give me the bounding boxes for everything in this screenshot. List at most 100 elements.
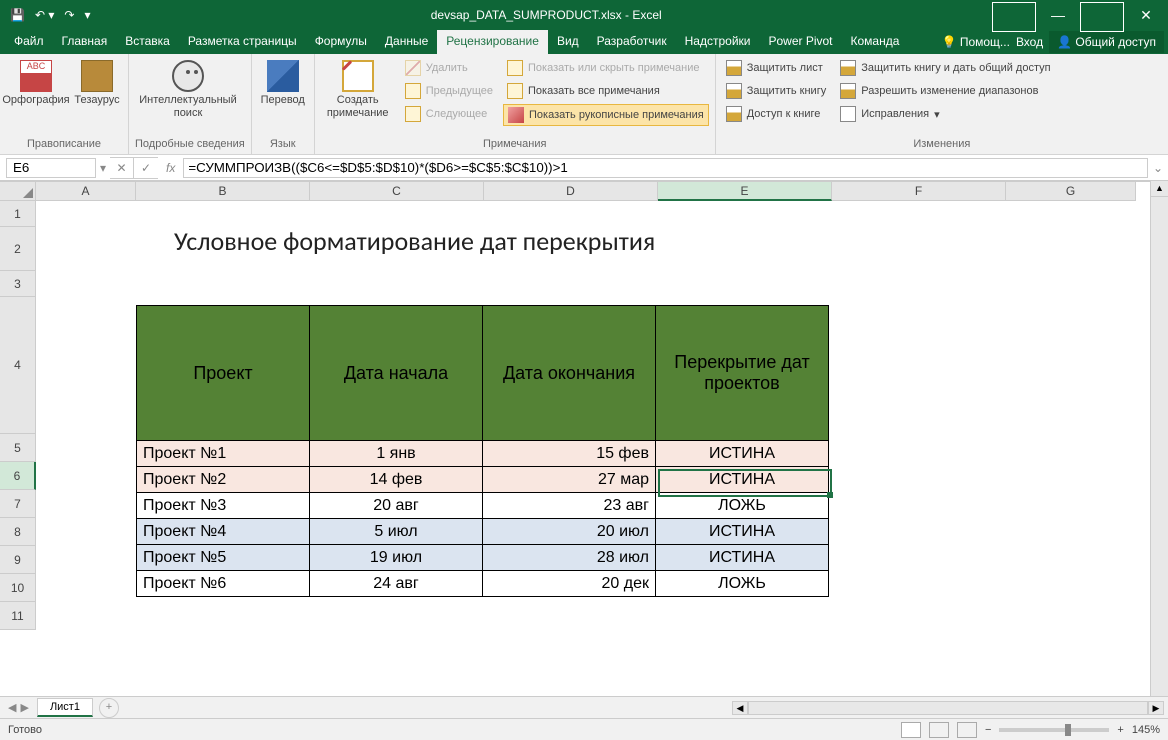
close-icon[interactable]: ✕ bbox=[1124, 0, 1168, 30]
tab-данные[interactable]: Данные bbox=[376, 30, 437, 54]
cell-end[interactable]: 20 июл bbox=[483, 519, 656, 545]
row-header-11[interactable]: 11 bbox=[0, 602, 36, 630]
cell-end[interactable]: 20 дек bbox=[483, 571, 656, 597]
row-header-8[interactable]: 8 bbox=[0, 518, 36, 546]
protect-sheet-button[interactable]: Защитить лист bbox=[722, 58, 831, 78]
smart-lookup-button[interactable]: Интеллектуальный поиск bbox=[135, 58, 241, 120]
cell-overlap[interactable]: ИСТИНА bbox=[656, 545, 829, 571]
scroll-up-icon[interactable]: ▲ bbox=[1151, 181, 1168, 197]
tab-power-pivot[interactable]: Power Pivot bbox=[759, 30, 841, 54]
thesaurus-button[interactable]: Тезаурус bbox=[72, 58, 122, 107]
sheet-nav[interactable]: ◀▶ bbox=[0, 701, 37, 714]
zoom-level[interactable]: 145% bbox=[1132, 724, 1160, 736]
cell-start[interactable]: 1 янв bbox=[310, 441, 483, 467]
hscroll-left-icon[interactable]: ◀ bbox=[732, 701, 748, 715]
share-button[interactable]: 👤 Общий доступ bbox=[1049, 31, 1164, 53]
zoom-out-icon[interactable]: − bbox=[985, 724, 991, 736]
cell-overlap[interactable]: ЛОЖЬ bbox=[656, 571, 829, 597]
spelling-button[interactable]: Орфография bbox=[6, 58, 66, 107]
cell-overlap[interactable]: ИСТИНА bbox=[656, 441, 829, 467]
cell-end[interactable]: 28 июл bbox=[483, 545, 656, 571]
col-header-C[interactable]: C bbox=[310, 182, 484, 201]
col-header-G[interactable]: G bbox=[1006, 182, 1136, 201]
cancel-formula-icon[interactable]: ✕ bbox=[110, 158, 134, 178]
track-changes-button[interactable]: Исправления ▾ bbox=[836, 104, 1054, 124]
formula-input[interactable] bbox=[183, 158, 1148, 178]
undo-icon[interactable]: ↶ ▾ bbox=[35, 8, 54, 22]
add-sheet-button[interactable]: + bbox=[99, 698, 119, 718]
maximize-icon[interactable] bbox=[1080, 0, 1124, 30]
view-layout-icon[interactable] bbox=[929, 722, 949, 738]
col-header-A[interactable]: A bbox=[36, 182, 136, 201]
col-header-E[interactable]: E bbox=[658, 182, 832, 201]
row-header-2[interactable]: 2 bbox=[0, 227, 36, 271]
show-ink-button[interactable]: Показать рукописные примечания bbox=[503, 104, 709, 126]
cell-project[interactable]: Проект №4 bbox=[137, 519, 310, 545]
cell-end[interactable]: 23 авг bbox=[483, 493, 656, 519]
protect-workbook-button[interactable]: Защитить книгу bbox=[722, 81, 831, 101]
cell-project[interactable]: Проект №2 bbox=[137, 467, 310, 493]
cell-project[interactable]: Проект №1 bbox=[137, 441, 310, 467]
zoom-slider[interactable] bbox=[999, 728, 1109, 732]
tab-разметка-страницы[interactable]: Разметка страницы bbox=[179, 30, 306, 54]
cell-end[interactable]: 15 фев bbox=[483, 441, 656, 467]
showall-comments-button[interactable]: Показать все примечания bbox=[503, 81, 709, 101]
row-header-5[interactable]: 5 bbox=[0, 434, 36, 462]
tab-рецензирование[interactable]: Рецензирование bbox=[437, 30, 548, 54]
zoom-in-icon[interactable]: + bbox=[1117, 724, 1123, 736]
row-header-4[interactable]: 4 bbox=[0, 297, 36, 434]
help-button[interactable]: 💡 Помощ... bbox=[942, 35, 1010, 49]
cell-start[interactable]: 5 июл bbox=[310, 519, 483, 545]
cell-project[interactable]: Проект №5 bbox=[137, 545, 310, 571]
col-header-B[interactable]: B bbox=[136, 182, 310, 201]
cell-end[interactable]: 27 мар bbox=[483, 467, 656, 493]
redo-icon[interactable]: ↷ bbox=[64, 8, 74, 22]
tab-формулы[interactable]: Формулы bbox=[306, 30, 376, 54]
row-header-1[interactable]: 1 bbox=[0, 201, 36, 227]
tab-вставка[interactable]: Вставка bbox=[116, 30, 179, 54]
translate-button[interactable]: Перевод bbox=[258, 58, 308, 107]
col-header-D[interactable]: D bbox=[484, 182, 658, 201]
cell-start[interactable]: 20 авг bbox=[310, 493, 483, 519]
allow-ranges-button[interactable]: Разрешить изменение диапазонов bbox=[836, 81, 1054, 101]
share-workbook-button[interactable]: Доступ к книге bbox=[722, 104, 831, 124]
cell-start[interactable]: 19 июл bbox=[310, 545, 483, 571]
tab-главная[interactable]: Главная bbox=[53, 30, 117, 54]
signin-button[interactable]: Вход bbox=[1016, 35, 1043, 49]
minimize-icon[interactable]: — bbox=[1036, 0, 1080, 30]
expand-formula-icon[interactable]: ⌄ bbox=[1148, 161, 1168, 175]
row-header-9[interactable]: 9 bbox=[0, 546, 36, 574]
col-header-F[interactable]: F bbox=[832, 182, 1006, 201]
hscroll-right-icon[interactable]: ▶ bbox=[1148, 701, 1164, 715]
cell-project[interactable]: Проект №6 bbox=[137, 571, 310, 597]
fx-icon[interactable]: fx bbox=[158, 161, 183, 175]
row-header-3[interactable]: 3 bbox=[0, 271, 36, 297]
cell-project[interactable]: Проект №3 bbox=[137, 493, 310, 519]
select-all-corner[interactable] bbox=[0, 181, 36, 201]
new-comment-button[interactable]: Создать примечание bbox=[321, 58, 395, 120]
tab-файл[interactable]: Файл bbox=[5, 30, 53, 54]
cell-start[interactable]: 24 авг bbox=[310, 571, 483, 597]
protect-share-button[interactable]: Защитить книгу и дать общий доступ bbox=[836, 58, 1054, 78]
qat-dropdown-icon[interactable]: ▾ bbox=[84, 8, 90, 22]
hscroll-track[interactable] bbox=[748, 701, 1148, 715]
cell-overlap[interactable]: ИСТИНА bbox=[656, 467, 829, 493]
name-box[interactable] bbox=[6, 158, 96, 178]
ribbon-options-icon[interactable] bbox=[992, 0, 1036, 30]
tab-разработчик[interactable]: Разработчик bbox=[588, 30, 676, 54]
tab-надстройки[interactable]: Надстройки bbox=[676, 30, 760, 54]
spreadsheet-grid[interactable]: ABCDEFG 1234567891011 Условное форматиро… bbox=[0, 181, 1150, 696]
cell-overlap[interactable]: ИСТИНА bbox=[656, 519, 829, 545]
cell-overlap[interactable]: ЛОЖЬ bbox=[656, 493, 829, 519]
save-icon[interactable]: 💾 bbox=[10, 8, 25, 22]
row-header-7[interactable]: 7 bbox=[0, 490, 36, 518]
cells-area[interactable]: Условное форматирование дат перекрытия П… bbox=[36, 201, 1150, 696]
cell-start[interactable]: 14 фев bbox=[310, 467, 483, 493]
view-normal-icon[interactable] bbox=[901, 722, 921, 738]
view-pagebreak-icon[interactable] bbox=[957, 722, 977, 738]
row-header-10[interactable]: 10 bbox=[0, 574, 36, 602]
accept-formula-icon[interactable]: ✓ bbox=[134, 158, 158, 178]
tab-вид[interactable]: Вид bbox=[548, 30, 588, 54]
sheet-tab[interactable]: Лист1 bbox=[37, 698, 93, 717]
row-header-6[interactable]: 6 bbox=[0, 462, 36, 490]
